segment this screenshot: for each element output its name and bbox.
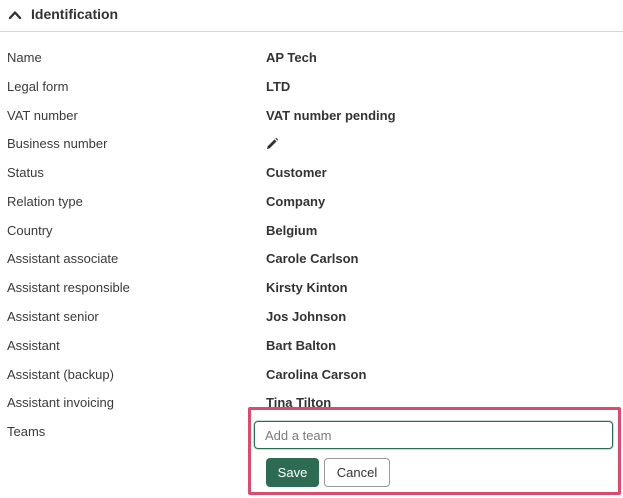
field-value: Carole Carlson xyxy=(266,251,359,266)
section-title: Identification xyxy=(31,6,119,22)
field-value: Jos Johnson xyxy=(266,309,347,324)
field-label: Assistant senior xyxy=(7,309,99,324)
field-label: Legal form xyxy=(7,79,69,94)
field-label: Status xyxy=(7,165,44,180)
field-value: Belgium xyxy=(266,223,318,238)
save-button[interactable]: Save xyxy=(266,458,319,487)
field-value: Carolina Carson xyxy=(266,367,367,382)
field-label: Assistant (backup) xyxy=(7,367,114,382)
field-value: Customer xyxy=(266,165,327,180)
teams-editor: Save Cancel xyxy=(248,407,621,495)
field-label: Assistant responsible xyxy=(7,280,130,295)
field-label: Teams xyxy=(7,424,46,439)
field-label: Relation type xyxy=(7,194,83,209)
cancel-button[interactable]: Cancel xyxy=(324,458,390,487)
field-row-relation-type: Relation type Company xyxy=(0,192,623,212)
field-label: VAT number xyxy=(7,108,78,123)
field-value: LTD xyxy=(266,79,291,94)
field-label: Name xyxy=(7,50,42,65)
field-label: Business number xyxy=(7,136,108,151)
section-header[interactable]: Identification xyxy=(0,0,623,32)
field-label: Assistant invoicing xyxy=(7,395,114,410)
field-row-assistant-associate: Assistant associate Carole Carlson xyxy=(0,249,623,269)
field-row-country: Country Belgium xyxy=(0,221,623,241)
field-row-assistant-senior: Assistant senior Jos Johnson xyxy=(0,307,623,327)
field-value: VAT number pending xyxy=(266,108,396,123)
field-row-business-number: Business number xyxy=(0,134,623,154)
field-value: AP Tech xyxy=(266,50,317,65)
field-row-legal-form: Legal form LTD xyxy=(0,77,623,97)
field-row-vat-number: VAT number VAT number pending xyxy=(0,106,623,126)
field-row-assistant: Assistant Bart Balton xyxy=(0,336,623,356)
field-value: Company xyxy=(266,194,326,209)
field-value: Bart Balton xyxy=(266,338,337,353)
field-row-assistant-responsible: Assistant responsible Kirsty Kinton xyxy=(0,278,623,298)
chevron-up-icon[interactable] xyxy=(8,8,22,22)
add-team-input[interactable] xyxy=(254,421,613,449)
field-row-status: Status Customer xyxy=(0,163,623,183)
field-row-name: Name AP Tech xyxy=(0,48,623,68)
field-label: Assistant xyxy=(7,338,60,353)
field-row-assistant-backup: Assistant (backup) Carolina Carson xyxy=(0,365,623,385)
field-label: Country xyxy=(7,223,53,238)
field-value: Kirsty Kinton xyxy=(266,280,348,295)
field-label: Assistant associate xyxy=(7,251,119,266)
pencil-icon[interactable] xyxy=(265,137,279,151)
